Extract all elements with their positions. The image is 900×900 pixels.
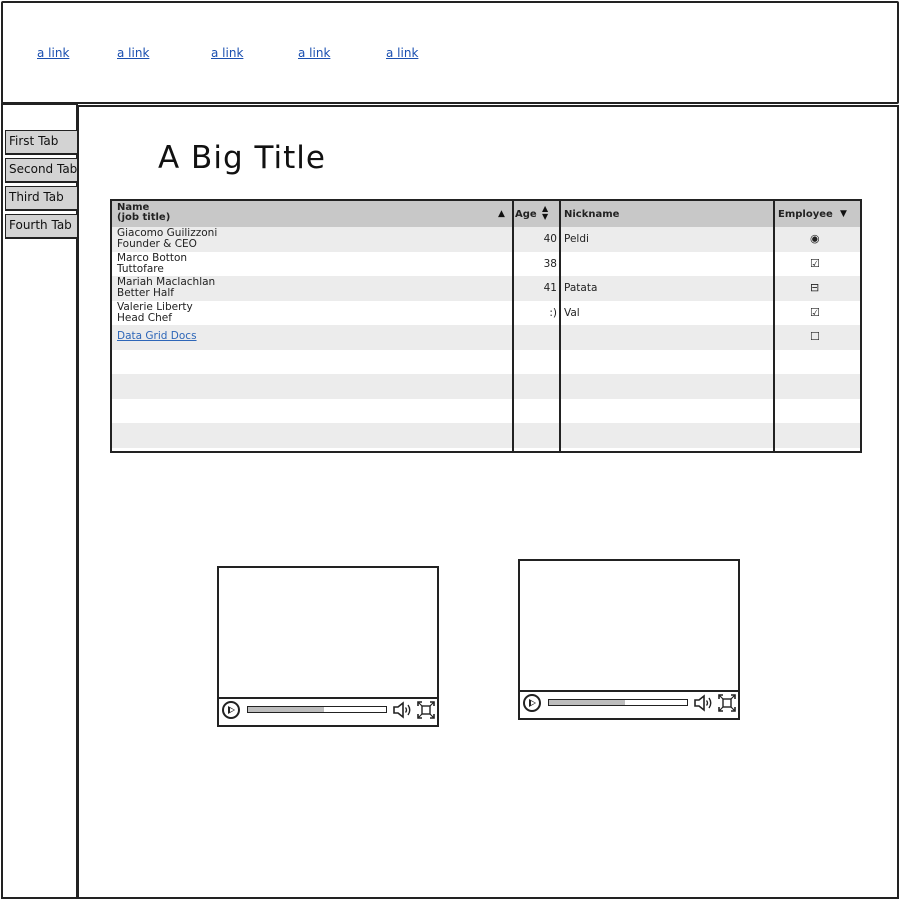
header-nickname[interactable]: Nickname	[564, 210, 619, 220]
table-row[interactable]: Valerie Liberty Head Chef:) Val ☑	[112, 301, 860, 326]
cell-name: Marco Botton Tuttofare	[117, 251, 188, 275]
sort-both-icon[interactable]: ▲ ▼	[542, 205, 548, 221]
table-row[interactable]: Marco Botton Tuttofare 38 ☑	[112, 252, 860, 277]
cell-age: 40	[543, 233, 557, 245]
progress-bar[interactable]	[247, 706, 387, 713]
job-title: Founder & CEO	[117, 238, 197, 250]
column-divider	[559, 201, 561, 451]
checkbox-indeterminate-icon[interactable]: ⊟	[810, 281, 819, 294]
data-grid: Name (job title) ▲ Age ▲ ▼ Nickname Emplo…	[110, 199, 862, 453]
cell-nickname: Peldi	[564, 233, 589, 245]
cell-age: 41	[543, 282, 557, 294]
header-name-sublabel: (job title)	[117, 212, 171, 223]
nav-link-4[interactable]: a link	[298, 46, 330, 60]
header-age[interactable]: Age	[515, 210, 537, 220]
play-icon[interactable]	[222, 701, 240, 719]
volume-icon[interactable]	[393, 701, 413, 719]
volume-icon[interactable]	[694, 694, 714, 712]
cell-age: 38	[543, 257, 557, 270]
table-row[interactable]	[112, 350, 860, 375]
checkbox-unchecked-icon[interactable]: ☐	[810, 330, 820, 343]
video-controls	[520, 690, 738, 718]
page-title: A Big Title	[158, 140, 326, 176]
play-icon[interactable]	[523, 694, 541, 712]
table-row[interactable]: Mariah Maclachlan Better Half 41 Patata ⊟	[112, 276, 860, 301]
person-name: Marco Botton	[117, 251, 188, 264]
fullscreen-icon[interactable]	[718, 694, 736, 712]
radio-selected-icon[interactable]: ◉	[810, 232, 820, 245]
job-title: Head Chef	[117, 311, 172, 324]
job-title: Tuttofare	[117, 262, 164, 275]
sort-descending-icon[interactable]: ▼	[840, 209, 847, 219]
column-divider	[773, 201, 775, 451]
cell-name: Mariah Maclachlan Better Half	[117, 277, 215, 299]
tab-fourth[interactable]: Fourth Tab	[5, 214, 80, 238]
cell-nickname: Patata	[564, 282, 598, 294]
nav-link-1[interactable]: a link	[37, 46, 69, 60]
nav-link-2[interactable]: a link	[117, 46, 149, 60]
tab-second[interactable]: Second Tab	[5, 158, 80, 182]
table-row[interactable]	[112, 374, 860, 399]
grid-header: Name (job title) ▲ Age ▲ ▼ Nickname Emplo…	[112, 201, 860, 227]
cell-name: Valerie Liberty Head Chef	[117, 300, 193, 324]
progress-fill	[549, 700, 625, 705]
video-player-1[interactable]	[217, 566, 439, 727]
cell-age: :)	[549, 306, 557, 319]
progress-fill	[248, 707, 324, 712]
nav-link-3[interactable]: a link	[211, 46, 243, 60]
header-employee[interactable]: Employee	[778, 210, 833, 220]
person-name: Valerie Liberty	[117, 300, 193, 313]
nav-link-5[interactable]: a link	[386, 46, 418, 60]
video-controls	[219, 697, 437, 725]
cell-nickname: Val	[564, 306, 580, 319]
data-grid-docs-link[interactable]: Data Grid Docs	[117, 331, 197, 342]
fullscreen-icon[interactable]	[417, 701, 435, 719]
table-row[interactable]	[112, 423, 860, 448]
table-row[interactable]: Data Grid Docs ☐	[112, 325, 860, 350]
checkbox-checked-icon[interactable]: ☑	[810, 306, 820, 319]
table-row[interactable]	[112, 399, 860, 424]
progress-bar[interactable]	[548, 699, 688, 706]
job-title: Better Half	[117, 287, 174, 299]
table-row[interactable]: Giacomo Guilizzoni Founder & CEO 40 Peldi ◉	[112, 227, 860, 252]
tab-first[interactable]: First Tab	[5, 130, 80, 154]
sidebar: First Tab Second Tab Third Tab Fourth Ta…	[1, 103, 80, 899]
sort-ascending-icon[interactable]: ▲	[498, 209, 505, 219]
header-name[interactable]: Name (job title)	[117, 203, 170, 223]
tab-third[interactable]: Third Tab	[5, 186, 80, 210]
cell-name: Giacomo Guilizzoni Founder & CEO	[117, 228, 217, 250]
column-divider	[512, 201, 514, 451]
top-header: a link a link a link a link a link	[1, 1, 899, 104]
video-player-2[interactable]	[518, 559, 740, 720]
checkbox-checked-icon[interactable]: ☑	[810, 257, 820, 270]
